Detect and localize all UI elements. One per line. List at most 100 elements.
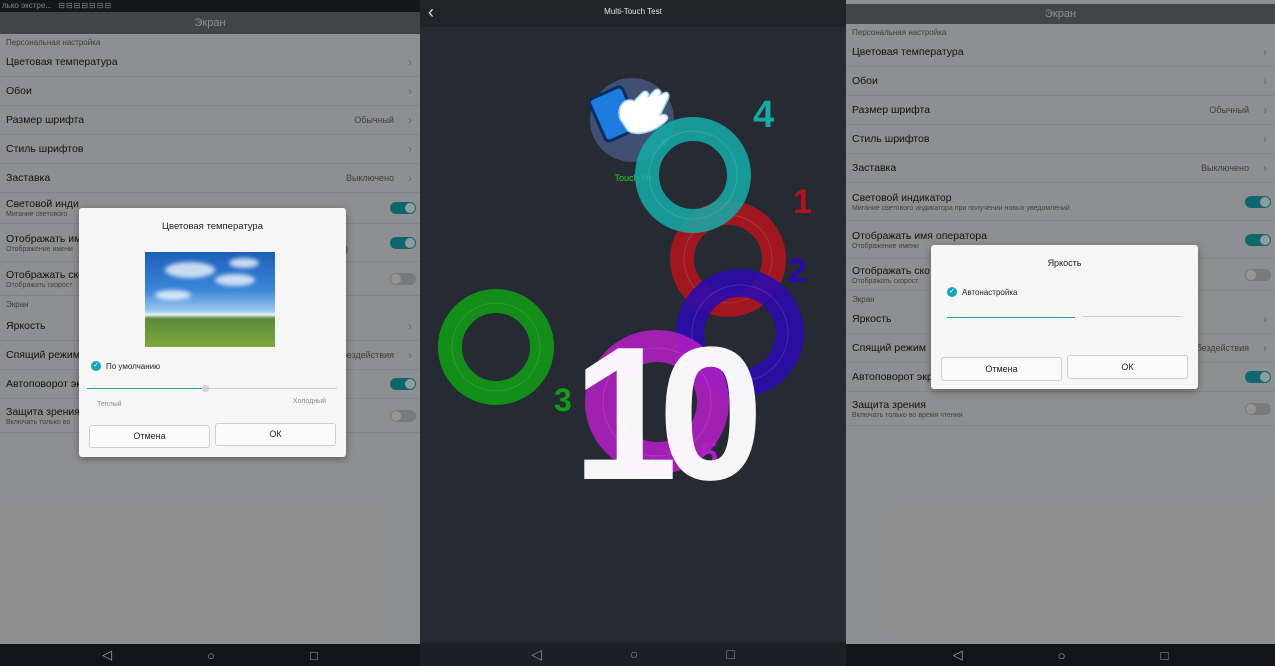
chevron-right-icon: ›	[1263, 45, 1267, 59]
chevron-right-icon: ›	[408, 348, 412, 362]
preview-image	[145, 252, 275, 347]
settings-row-color-temperature[interactable]: Цветовая температура ›	[846, 38, 1275, 67]
auto-rotate-toggle[interactable]	[390, 378, 416, 390]
row-title: Обои	[6, 85, 32, 97]
back-nav-icon[interactable]: ◁	[953, 647, 963, 663]
recents-nav-icon[interactable]: □	[310, 648, 318, 663]
recents-nav-icon[interactable]: □	[726, 646, 734, 662]
chevron-right-icon: ›	[408, 55, 412, 69]
auto-rotate-toggle[interactable]	[1245, 371, 1271, 383]
color-temperature-dialog: Цветовая температура ✓ По умолчанию Тепл…	[79, 208, 346, 457]
auto-brightness-option[interactable]: ✓ Автонастройка	[947, 287, 1017, 297]
nav-bar: ◁ ○ □	[0, 644, 420, 666]
brightness-slider-right[interactable]	[1083, 316, 1181, 317]
app-header: ‹ Multi-Touch Test	[420, 0, 846, 27]
settings-row-wallpaper[interactable]: Обои ›	[846, 67, 1275, 96]
chevron-right-icon: ›	[408, 142, 412, 156]
notification-icons: ⊟⊟⊟⊟⊟⊟⊟	[58, 1, 113, 10]
chevron-right-icon: ›	[408, 319, 412, 333]
touch-ring-4	[635, 117, 751, 233]
status-text: лько экстре...	[2, 1, 52, 10]
section-header-personal: Персональная настройка	[852, 28, 947, 37]
settings-row-font-size[interactable]: Размер шрифта Обычный ›	[846, 96, 1275, 125]
status-bar: лько экстре... ⊟⊟⊟⊟⊟⊟⊟	[0, 0, 420, 12]
page-title: Экран	[846, 4, 1275, 24]
back-nav-icon[interactable]: ◁	[531, 646, 542, 663]
row-value: Обычный	[1209, 105, 1249, 115]
row-title: Отображать имя оператора	[852, 229, 987, 242]
row-title: Цветовая температура	[6, 56, 118, 68]
row-title: Стиль шрифтов	[852, 133, 930, 145]
chevron-right-icon: ›	[1263, 103, 1267, 117]
touch-ring-inner-4	[648, 130, 738, 220]
check-icon: ✓	[947, 287, 957, 297]
chevron-right-icon: ›	[408, 84, 412, 98]
row-value: бездействия	[1196, 343, 1249, 353]
touch-point-label-3: 3	[554, 382, 572, 418]
row-value: бездействия	[341, 350, 394, 360]
color-temperature-slider[interactable]	[87, 385, 337, 392]
multi-touch-test-screen: ‹ Multi-Touch Test Touch Me 0 31425 10 ◁…	[420, 0, 846, 666]
row-title: Размер шрифта	[6, 114, 85, 126]
warm-label: Теплый	[97, 401, 122, 408]
default-option[interactable]: ✓ По умолчанию	[91, 361, 160, 371]
back-nav-icon[interactable]: ◁	[102, 647, 112, 663]
network-speed-toggle[interactable]	[1245, 268, 1271, 281]
home-nav-icon[interactable]: ○	[1058, 648, 1066, 663]
chevron-right-icon: ›	[1263, 132, 1267, 146]
app-title: Multi-Touch Test	[604, 7, 662, 16]
row-value: Выключено	[346, 173, 394, 183]
settings-row-wallpaper[interactable]: Обои ›	[0, 77, 420, 106]
touch-canvas[interactable]: Touch Me 0 31425 10	[420, 27, 846, 642]
ok-button[interactable]: ОК	[1067, 355, 1188, 379]
row-title: Размер шрифта	[852, 104, 931, 116]
eye-protection-toggle[interactable]	[1245, 402, 1271, 415]
chevron-right-icon: ›	[1263, 74, 1267, 88]
brightness-slider-left[interactable]	[947, 317, 1075, 318]
row-subtitle: Мигание светового индикатора при получен…	[852, 204, 1070, 212]
row-value: Выключено	[1201, 163, 1249, 173]
nav-bar: ◁ ○ □	[420, 642, 846, 666]
row-title: Защита зрения	[852, 398, 926, 411]
check-icon: ✓	[91, 361, 101, 371]
settings-row-screensaver[interactable]: Заставка Выключено ›	[0, 164, 420, 193]
brightness-dialog: Яркость ✓ Автонастройка Отмена ОК	[931, 245, 1198, 389]
slider-thumb[interactable]	[201, 385, 209, 392]
eye-protection-toggle[interactable]	[390, 409, 416, 422]
ok-button[interactable]: ОК	[215, 423, 336, 446]
settings-row-font-size[interactable]: Размер шрифта Обычный ›	[0, 106, 420, 135]
back-arrow-icon[interactable]: ‹	[428, 0, 434, 24]
page-title: Экран	[0, 12, 420, 34]
touch-ring-inner-3	[451, 302, 541, 392]
touch-point-label-1: 1	[793, 183, 812, 221]
led-indicator-toggle[interactable]	[390, 202, 416, 214]
row-title: Стиль шрифтов	[6, 143, 84, 155]
touch-count-big: 10	[572, 308, 756, 520]
led-indicator-toggle[interactable]	[1245, 195, 1271, 208]
cancel-button[interactable]: Отмена	[941, 357, 1062, 381]
row-title: Световой индикатор	[852, 191, 952, 204]
recents-nav-icon[interactable]: □	[1161, 648, 1169, 663]
section-header-personal: Персональная настройка	[6, 38, 101, 47]
settings-row-screensaver[interactable]: Заставка Выключено ›	[846, 154, 1275, 183]
network-speed-toggle[interactable]	[390, 272, 416, 285]
operator-name-toggle[interactable]	[390, 236, 416, 249]
settings-row-led-indicator[interactable]: Световой индикатор Мигание светового инд…	[846, 183, 1275, 221]
home-nav-icon[interactable]: ○	[630, 646, 638, 662]
touch-point-label-4: 4	[753, 94, 774, 136]
settings-row-font-style[interactable]: Стиль шрифтов ›	[846, 125, 1275, 154]
operator-name-toggle[interactable]	[1245, 233, 1271, 246]
slider-fill	[87, 388, 205, 389]
row-subtitle: Включать только во время чтения	[852, 411, 963, 419]
chevron-right-icon: ›	[408, 113, 412, 127]
settings-row-color-temperature[interactable]: Цветовая температура ›	[0, 48, 420, 77]
chevron-right-icon: ›	[1263, 341, 1267, 355]
cancel-button[interactable]: Отмена	[89, 425, 210, 448]
settings-row-eye-protection[interactable]: Защита зрения Включать только во время ч…	[846, 392, 1275, 426]
home-nav-icon[interactable]: ○	[207, 648, 215, 663]
chevron-right-icon: ›	[1263, 312, 1267, 326]
auto-label: Автонастройка	[962, 287, 1018, 297]
default-label: По умолчанию	[106, 361, 161, 371]
row-title: Цветовая температура	[852, 46, 964, 58]
settings-row-font-style[interactable]: Стиль шрифтов ›	[0, 135, 420, 164]
